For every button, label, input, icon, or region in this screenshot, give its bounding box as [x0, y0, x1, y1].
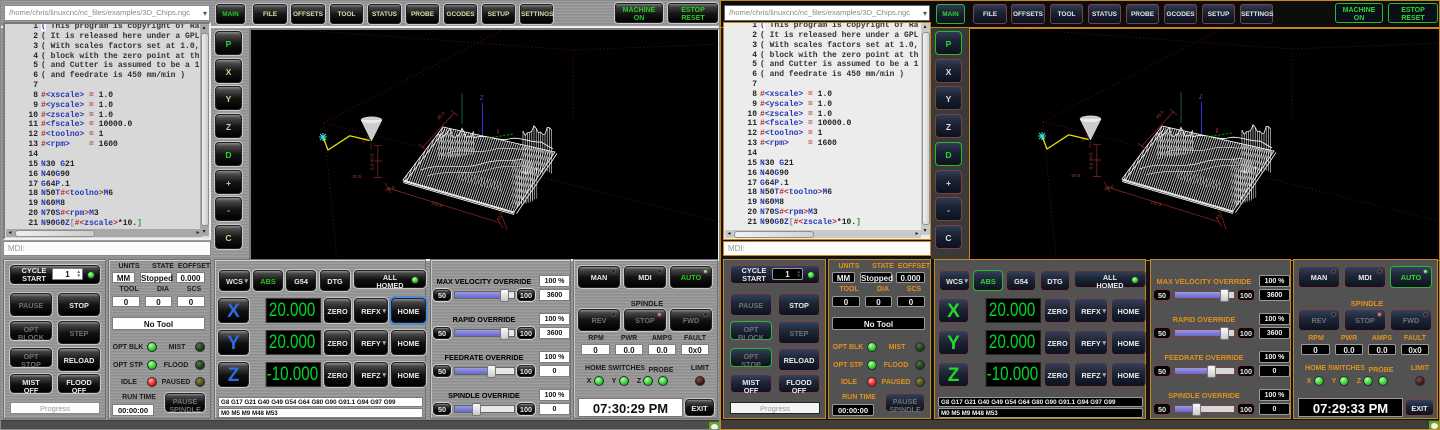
svg-text:-52.0: -52.0 [1103, 184, 1115, 192]
svg-text:Z: Z [480, 95, 484, 102]
svg-text:-52.0: -52.0 [384, 185, 396, 193]
svg-text:102.5: 102.5 [1150, 199, 1163, 207]
svg-text:53.0: 53.0 [496, 211, 504, 222]
svg-text:5.0 40.5: 5.0 40.5 [370, 153, 375, 170]
svg-text:102.5: 102.5 [431, 200, 444, 208]
svg-text:-30.5: -30.5 [1070, 173, 1081, 178]
svg-text:95.0: 95.0 [436, 110, 446, 120]
svg-text:Z: Z [1199, 94, 1203, 101]
svg-text:95.0: 95.0 [1155, 109, 1165, 119]
svg-text:5.0 40.5: 5.0 40.5 [1089, 152, 1094, 169]
svg-text:-30.5: -30.5 [351, 174, 362, 179]
svg-text:53.0: 53.0 [1215, 210, 1223, 221]
